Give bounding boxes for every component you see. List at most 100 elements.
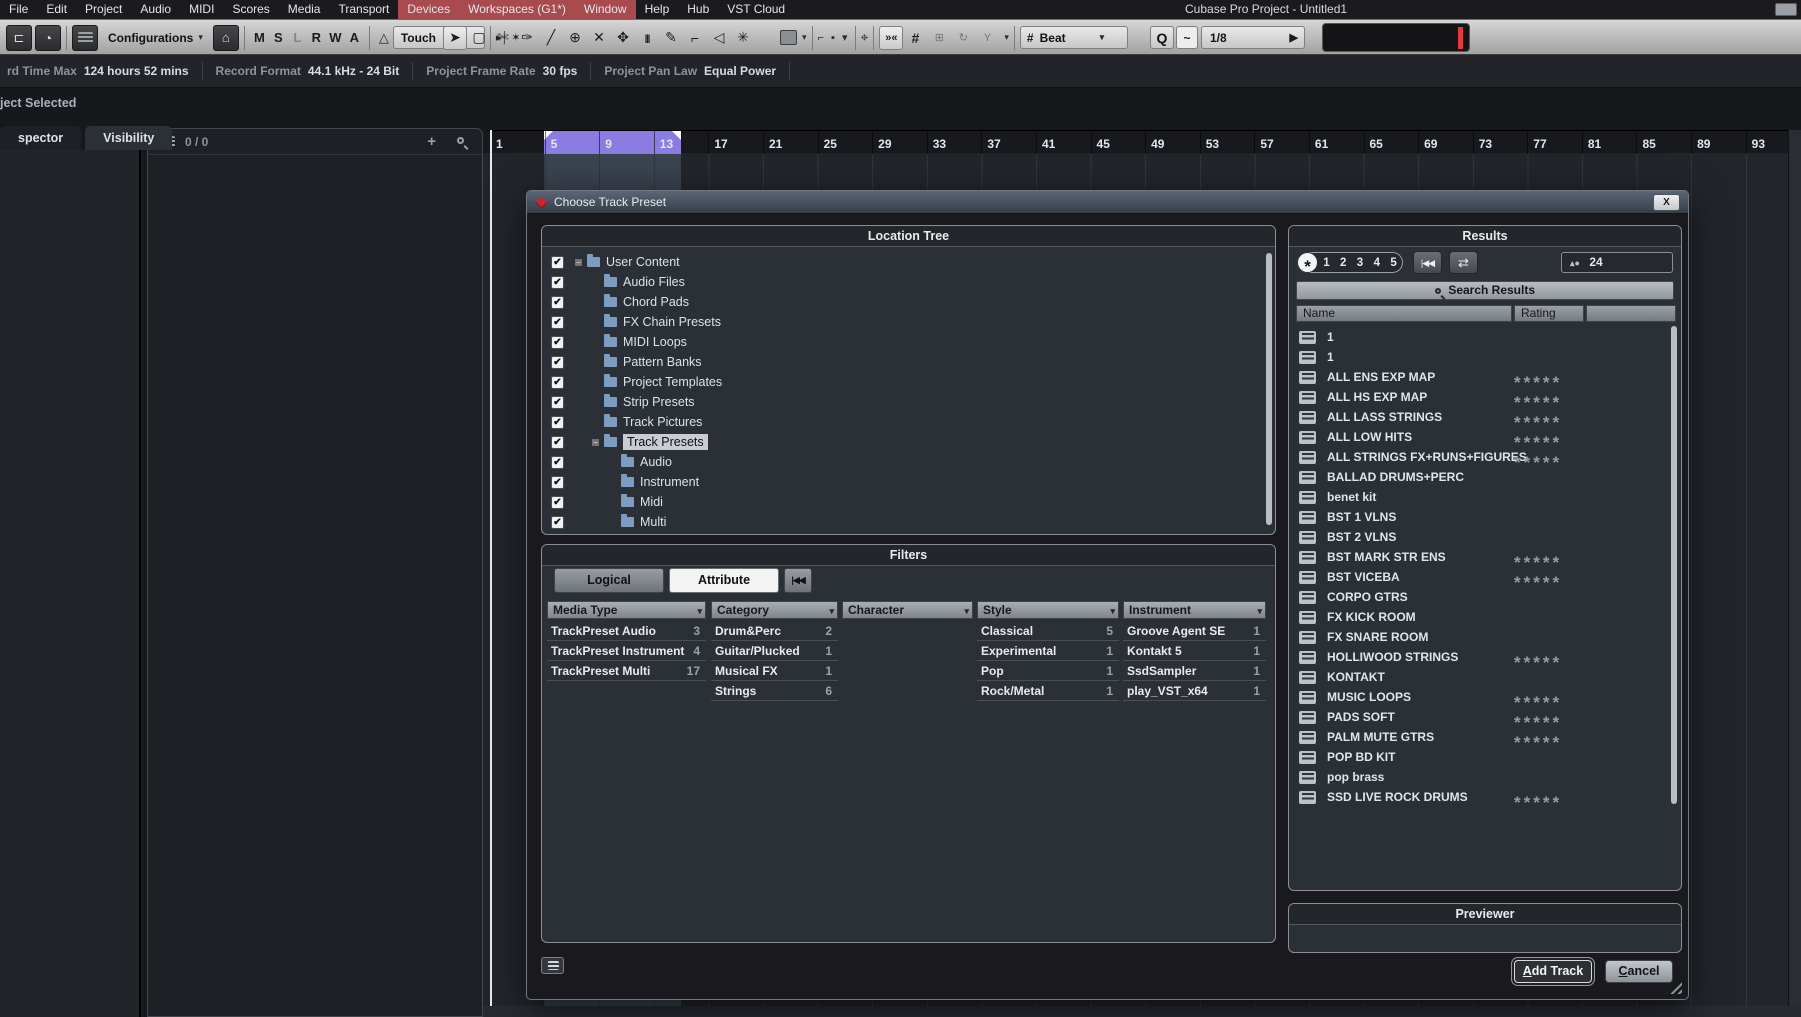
result-row[interactable]: ALL HS EXP MAP ***** bbox=[1293, 387, 1673, 412]
range-selection-tool-icon[interactable]: ▢ bbox=[467, 26, 491, 50]
tree-item-label[interactable]: Project Templates bbox=[623, 375, 722, 389]
results-view-toggle-button[interactable] bbox=[541, 957, 564, 974]
filter-value-row[interactable]: Guitar/Plucked 1 bbox=[711, 641, 838, 661]
rating-filter[interactable]: * 12345 bbox=[1297, 252, 1403, 276]
status-value[interactable]: Equal Power bbox=[704, 64, 776, 78]
reset-filters-button[interactable]: |◀◀ bbox=[784, 568, 812, 593]
search-results-button[interactable]: Search Results bbox=[1296, 281, 1674, 300]
glue-tool-icon[interactable]: ✑ bbox=[515, 26, 539, 50]
filter-value-row[interactable]: TrackPreset Audio 3 bbox=[547, 621, 706, 641]
results-scrollbar[interactable] bbox=[1671, 326, 1677, 804]
tree-item-label[interactable]: Audio bbox=[640, 455, 672, 469]
result-row[interactable]: CORPO GTRS bbox=[1293, 587, 1673, 607]
rating-stars[interactable]: ***** bbox=[1514, 793, 1562, 813]
tree-item-label[interactable]: Chord Pads bbox=[623, 295, 689, 309]
menu-item-devices[interactable]: Devices bbox=[398, 0, 460, 19]
setup-toolbar-button[interactable]: ⊏ bbox=[6, 24, 32, 51]
result-row[interactable]: BST 2 VLNS bbox=[1293, 527, 1673, 547]
rating-digit-5[interactable]: 5 bbox=[1385, 257, 1402, 269]
tree-item-label[interactable]: Instrument bbox=[640, 475, 699, 489]
filter-value-row[interactable]: Experimental 1 bbox=[977, 641, 1119, 661]
filter-value-row[interactable]: Drum&Perc 2 bbox=[711, 621, 838, 641]
filter-value-row[interactable]: Rock/Metal 1 bbox=[977, 681, 1119, 701]
result-row[interactable]: ALL LOW HITS ***** bbox=[1293, 427, 1673, 452]
rating-digit-4[interactable]: 4 bbox=[1368, 257, 1385, 269]
menu-item-media[interactable]: Media bbox=[279, 0, 330, 19]
tree-row[interactable]: ✔ MIDI Loops bbox=[542, 332, 1275, 352]
snap-option-icon[interactable]: ↻ bbox=[951, 26, 975, 50]
tree-row[interactable]: ✔ Multi bbox=[542, 512, 1275, 532]
result-row[interactable]: ALL ENS EXP MAP ***** bbox=[1293, 367, 1673, 392]
horizontal-scrollbar[interactable] bbox=[483, 1006, 1801, 1017]
tree-row[interactable]: ✔ Project Templates bbox=[542, 372, 1275, 392]
checkbox-checked-icon[interactable]: ✔ bbox=[551, 255, 564, 269]
snap-option-icon[interactable]: Y bbox=[975, 26, 999, 50]
tree-row[interactable]: ✔ Track Pictures bbox=[542, 412, 1275, 432]
tab-spector[interactable]: spector bbox=[0, 126, 82, 150]
result-row[interactable]: PADS SOFT ***** bbox=[1293, 707, 1673, 732]
tree-item-label[interactable]: User Content bbox=[606, 255, 680, 269]
results-column-rating[interactable]: Rating bbox=[1514, 305, 1584, 322]
tree-row[interactable]: ✔ Midi bbox=[542, 492, 1275, 512]
filter-value-row[interactable]: Musical FX 1 bbox=[711, 661, 838, 681]
menu-item-edit[interactable]: Edit bbox=[37, 0, 76, 19]
time-warp-tool-icon[interactable]: ⌐ bbox=[683, 26, 707, 50]
menu-item-scores[interactable]: Scores bbox=[223, 0, 278, 19]
rating-digit-3[interactable]: 3 bbox=[1352, 257, 1369, 269]
result-row[interactable]: pop brass bbox=[1293, 767, 1673, 787]
rating-digit-1[interactable]: 1 bbox=[1318, 257, 1335, 269]
result-row[interactable]: FX SNARE ROOM bbox=[1293, 627, 1673, 647]
monitor-button-s[interactable]: S bbox=[269, 30, 288, 45]
color-tool-icon[interactable]: ✳ bbox=[731, 26, 755, 50]
result-row[interactable]: ALL STRINGS FX+RUNS+FIGURES ***** bbox=[1293, 447, 1673, 472]
filter-value-row[interactable]: Pop 1 bbox=[977, 661, 1119, 681]
home-icon[interactable]: ⌂ bbox=[212, 24, 239, 51]
menu-item-transport[interactable]: Transport bbox=[329, 0, 398, 19]
filter-column-header-character[interactable]: Character ▾ bbox=[842, 601, 973, 619]
menu-item-help[interactable]: Help bbox=[636, 0, 679, 19]
result-row[interactable]: HOLLIWOOD STRINGS ***** bbox=[1293, 647, 1673, 672]
result-row[interactable]: ALL LASS STRINGS ***** bbox=[1293, 407, 1673, 432]
filter-value-row[interactable]: TrackPreset Multi 17 bbox=[547, 661, 706, 681]
tree-item-label[interactable]: Midi bbox=[640, 495, 663, 509]
tree-expander-icon[interactable]: − bbox=[574, 257, 583, 267]
checkbox-checked-icon[interactable]: ✔ bbox=[551, 495, 564, 509]
comp-tool-icon[interactable]: ||| bbox=[635, 26, 659, 50]
tree-row[interactable]: ✔ − User Content bbox=[542, 252, 1275, 272]
filter-value-row[interactable]: SsdSampler 1 bbox=[1123, 661, 1266, 681]
shuffle-results-button[interactable]: ⇄ bbox=[1449, 251, 1478, 274]
tree-item-label[interactable]: Track Presets bbox=[623, 434, 708, 450]
filter-value-row[interactable]: play_VST_x64 1 bbox=[1123, 681, 1266, 701]
menu-item-window[interactable]: Window bbox=[574, 0, 636, 19]
mute-tool-icon[interactable]: ✥ bbox=[611, 26, 635, 50]
result-row[interactable]: POP BD KIT bbox=[1293, 747, 1673, 767]
result-row[interactable]: BST 1 VLNS bbox=[1293, 507, 1673, 527]
status-value[interactable]: 30 fps bbox=[543, 64, 578, 78]
result-row[interactable]: BST MARK STR ENS ***** bbox=[1293, 547, 1673, 572]
status-value[interactable]: 124 hours 52 mins bbox=[84, 64, 189, 78]
menu-item-project[interactable]: Project bbox=[76, 0, 131, 19]
star-icon[interactable]: * bbox=[1297, 252, 1318, 276]
menu-item-hub[interactable]: Hub bbox=[678, 0, 718, 19]
monitor-button-l[interactable]: L bbox=[288, 30, 307, 45]
tree-row[interactable]: ✔ Audio Files bbox=[542, 272, 1275, 292]
filter-value-row[interactable]: Groove Agent SE 1 bbox=[1123, 621, 1266, 641]
close-icon[interactable]: X bbox=[1653, 194, 1680, 211]
checkbox-checked-icon[interactable]: ✔ bbox=[551, 455, 564, 469]
monitor-button-m[interactable]: M bbox=[250, 30, 269, 45]
result-row[interactable]: BST VICEBA ***** bbox=[1293, 567, 1673, 592]
vertical-scrollbar[interactable] bbox=[1788, 130, 1801, 1017]
timeline-ruler[interactable]: 1 5 9 13 17 21 25 29 33 37 41 45 49 53 57 61 65 69 73 77 81 8… bbox=[487, 130, 1801, 154]
filter-column-header-category[interactable]: Category ▾ bbox=[711, 601, 838, 619]
object-selection-tool-icon[interactable]: ➤ bbox=[443, 25, 467, 50]
menu-item-file[interactable]: File bbox=[0, 0, 37, 19]
checkbox-checked-icon[interactable]: ✔ bbox=[551, 335, 564, 349]
crossfade-icon[interactable]: ⌖ bbox=[861, 29, 869, 46]
quantize-preset-dropdown[interactable]: 1/8 ▶ bbox=[1201, 26, 1305, 49]
tree-expander-icon[interactable]: − bbox=[591, 437, 600, 447]
filter-value-row[interactable]: Strings 6 bbox=[711, 681, 838, 701]
checkbox-checked-icon[interactable]: ✔ bbox=[551, 275, 564, 289]
erase-tool-icon[interactable]: ✕ bbox=[587, 26, 611, 50]
checkbox-checked-icon[interactable]: ✔ bbox=[551, 375, 564, 389]
result-row[interactable]: MUSIC LOOPS ***** bbox=[1293, 687, 1673, 712]
